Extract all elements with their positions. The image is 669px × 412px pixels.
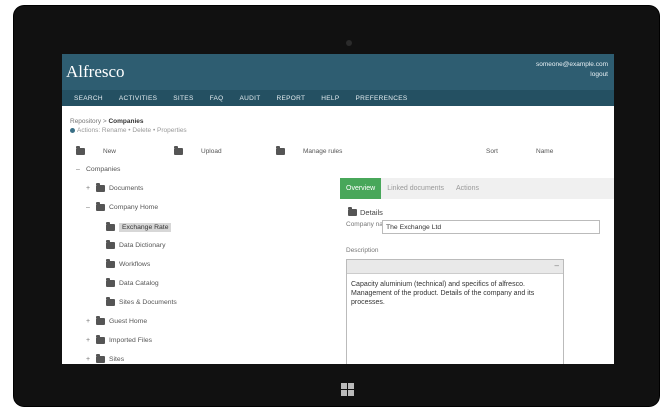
description-text[interactable]: Capacity aluminium (technical) and speci… [347,274,563,313]
company-name-input[interactable]: The Exchange Ltd [382,220,600,234]
nav-item[interactable]: AUDIT [232,95,269,102]
toolbar: New Upload Manage rules Sort Name [62,146,614,160]
tree-item-label: Documents [109,185,144,192]
folder-icon [348,207,357,216]
nav-item[interactable]: FAQ [202,95,232,102]
tree-item[interactable]: + Sites [86,354,125,363]
tab-overview[interactable]: Overview [340,178,382,199]
folder-icon [106,222,115,231]
folder-icon [106,240,115,249]
nav-item[interactable]: REPORT [269,95,314,102]
nav-item[interactable]: ACTIVITIES [111,95,165,102]
manage-label: Manage rules [303,148,343,155]
expand-icon[interactable]: + [86,356,92,363]
folder-icon [106,297,115,306]
name-button[interactable]: Name [536,148,553,155]
nav-item[interactable]: HELP [313,95,347,102]
folder-icon [276,146,285,155]
tree-item[interactable]: Data Catalog [96,278,159,287]
nav-item[interactable]: SITES [165,95,201,102]
breadcrumb-path[interactable]: Repository > [70,118,108,125]
folder-icon [106,259,115,268]
actions-text[interactable]: Actions: Rename • Delete • Properties [77,127,187,134]
folder-icon [106,278,115,287]
tree-item-label: Data Catalog [119,280,159,287]
description-label: Description [346,247,379,254]
editor-toolbar: – [347,260,563,274]
detail-title: Details [348,207,383,217]
tree-item-label: Sites & Documents [119,299,177,306]
account-email: someone@example.com [536,61,608,68]
tree-item-label: Exchange Rate [119,223,172,232]
tree-item-label: Data Dictionary [119,242,166,249]
folder-icon [96,335,105,344]
tree-item-label: Company Home [109,204,159,211]
breadcrumb: Repository > Companies [70,118,144,125]
detail-title-text: Details [360,208,383,217]
tree-item[interactable]: Data Dictionary [96,240,166,249]
sort-button[interactable]: Sort [486,148,498,155]
app-screen: Alfresco someone@example.com logout SEAR… [62,54,614,364]
collapse-icon[interactable]: – [555,261,559,270]
tree-item-label: Guest Home [109,318,148,325]
tab-actions[interactable]: Actions [450,178,485,199]
tree-item-label: Sites [109,356,125,363]
sort-label: Sort [486,148,498,155]
detail-tabs: Overview Linked documents Actions [340,178,614,199]
new-label: New [103,148,117,155]
app-logo: Alfresco [66,62,125,81]
actions-icon [70,127,75,133]
expand-icon[interactable]: + [86,185,92,192]
tree-item-label: Companies [86,166,121,173]
account-area: someone@example.com logout [536,60,608,80]
tree-item[interactable]: + Guest Home [86,316,148,325]
name-label: Name [536,148,554,155]
logout-link[interactable]: logout [536,70,608,80]
tree-item[interactable]: + Imported Files [86,335,153,344]
app-header: Alfresco someone@example.com logout [62,54,614,90]
actions-bar: Actions: Rename • Delete • Properties [70,127,187,134]
tree-item[interactable]: Workflows [96,259,151,268]
tree-item-label: Imported Files [109,337,153,344]
expand-icon[interactable]: – [86,204,92,211]
expand-icon[interactable]: + [86,337,92,344]
breadcrumb-current: Companies [108,118,144,125]
folder-icon [96,354,105,363]
expand-icon[interactable]: – [76,166,82,173]
camera-icon [346,40,352,46]
folder-icon [174,146,183,155]
tree-item-label: Workflows [119,261,151,268]
manage-rules-button[interactable]: Manage rules [276,146,343,155]
tree-item[interactable]: – Company Home [86,202,159,211]
nav-item[interactable]: PREFERENCES [347,95,415,102]
tree-item[interactable]: Sites & Documents [96,297,177,306]
expand-icon[interactable]: + [86,318,92,325]
folder-icon [76,146,85,155]
upload-button[interactable]: Upload [174,146,222,155]
tab-linked-documents[interactable]: Linked documents [381,178,450,199]
new-button[interactable]: New [76,146,117,155]
nav-item[interactable]: SEARCH [66,95,111,102]
windows-icon[interactable] [341,383,355,397]
main-nav: SEARCH ACTIVITIES SITES FAQ AUDIT REPORT HELP P… [62,90,614,106]
description-editor[interactable]: – Capacity aluminium (technical) and spe… [346,259,564,364]
folder-icon [96,183,105,192]
folder-icon [96,202,105,211]
detail-panel: Overview Linked documents Actions Details … [340,178,614,364]
tree-item[interactable]: – Companies [76,166,120,173]
tree-item[interactable]: Exchange Rate [96,222,172,232]
folder-icon [96,316,105,325]
upload-label: Upload [201,148,222,155]
tree-item[interactable]: + Documents [86,183,144,192]
